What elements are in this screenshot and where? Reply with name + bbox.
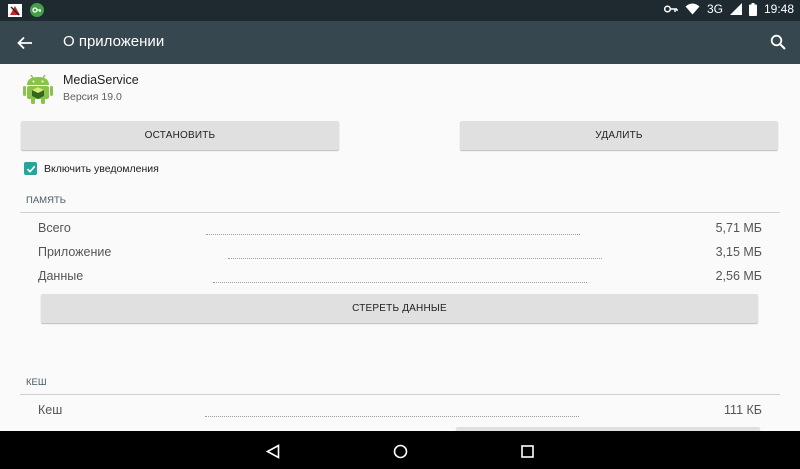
app-bar: О приложении [0, 21, 800, 64]
wifi-icon [685, 3, 700, 15]
square-recents-icon [520, 444, 534, 458]
back-button[interactable] [12, 30, 38, 56]
vpn-key-icon [30, 3, 44, 17]
memory-data-label: Данные [38, 269, 84, 283]
notification-app-icon [8, 3, 22, 17]
battery-icon [748, 2, 757, 16]
notifications-toggle[interactable]: Включить уведомления [24, 162, 159, 175]
search-icon [770, 34, 786, 50]
memory-section-header: ПАМЯТЬ [26, 195, 66, 206]
app-version: Версия 19.0 [63, 91, 122, 103]
status-time: 19:48 [763, 2, 794, 16]
memory-app-leader [228, 258, 602, 259]
network-type: 3G [706, 2, 723, 16]
cache-value: 111 КБ [724, 403, 762, 417]
search-button[interactable] [766, 30, 790, 54]
cache-divider [20, 394, 780, 395]
nav-recents-button[interactable] [516, 440, 538, 462]
memory-app-value: 3,15 МБ [715, 245, 762, 259]
clear-data-button[interactable]: СТЕРЕТЬ ДАННЫЕ [41, 294, 758, 323]
cellular-signal-icon [729, 3, 742, 15]
android-icon [22, 71, 54, 105]
memory-total-value: 5,71 МБ [715, 221, 762, 235]
circle-home-icon [393, 444, 407, 458]
status-bar: 3G 19:48 [0, 0, 800, 21]
notifications-checkbox[interactable] [24, 162, 37, 175]
memory-data-leader [213, 282, 587, 283]
navigation-bar [0, 431, 800, 469]
uninstall-button[interactable]: УДАЛИТЬ [460, 121, 778, 150]
check-icon [26, 165, 35, 173]
force-stop-button[interactable]: ОСТАНОВИТЬ [21, 121, 339, 150]
notifications-label: Включить уведомления [44, 162, 159, 175]
memory-total-leader [206, 234, 580, 235]
nav-home-button[interactable] [389, 440, 411, 462]
nav-back-button[interactable] [262, 440, 284, 462]
memory-data-value: 2,56 МБ [715, 269, 762, 283]
triangle-back-icon [266, 443, 280, 459]
arrow-left-icon [17, 36, 32, 50]
app-name: MediaService [63, 73, 139, 87]
memory-total-label: Всего [38, 221, 71, 235]
key-icon [663, 4, 678, 14]
page-title: О приложении [63, 33, 165, 50]
cache-label: Кеш [38, 403, 63, 417]
memory-divider [20, 212, 780, 213]
cache-leader [205, 416, 579, 417]
memory-app-label: Приложение [38, 245, 112, 259]
cache-section-header: КЕШ [26, 377, 47, 388]
